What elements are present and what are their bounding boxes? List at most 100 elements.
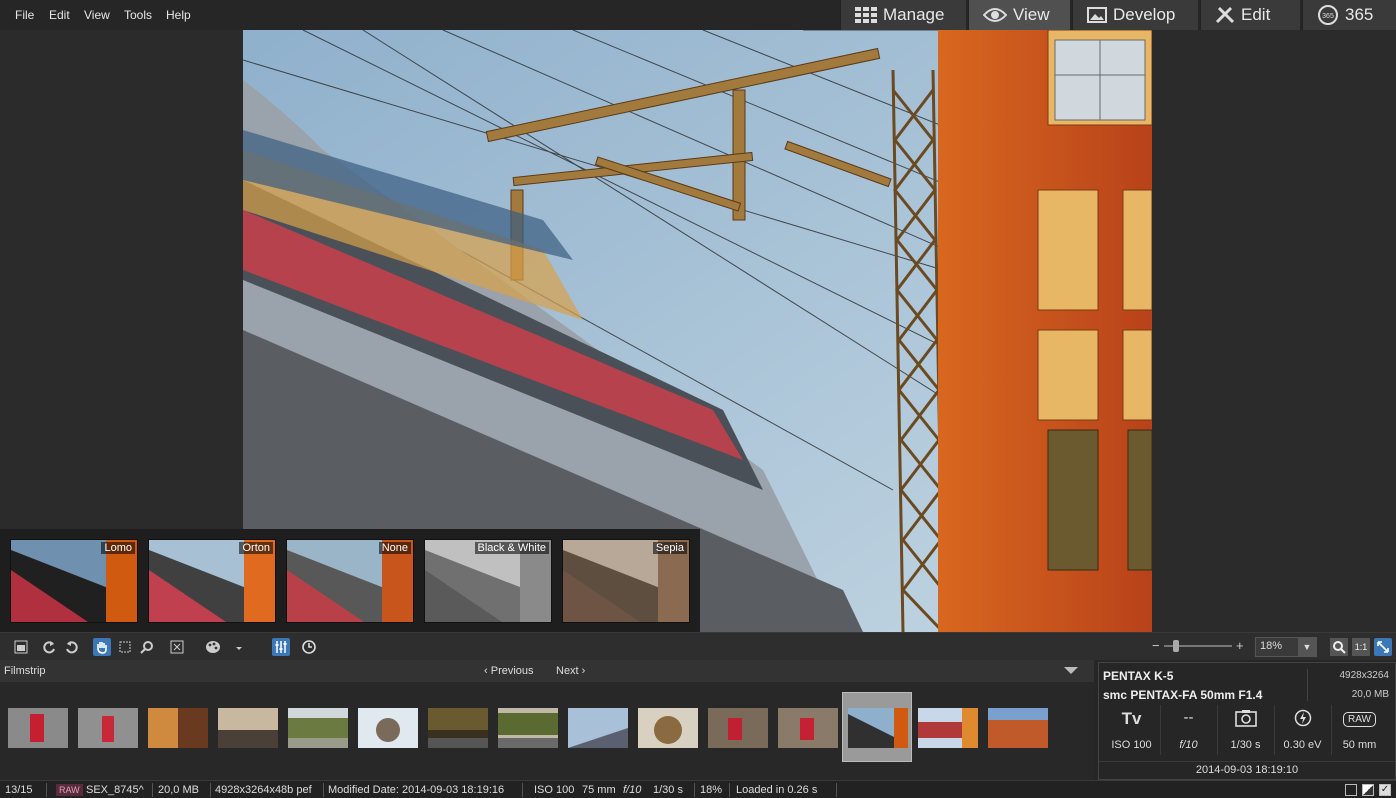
menu-help[interactable]: Help xyxy=(166,8,191,22)
thumbnail[interactable] xyxy=(708,708,768,748)
zoom-select[interactable]: 18% ▼ xyxy=(1255,637,1317,657)
image-dimensions: 4928x3264x48b pef xyxy=(215,784,312,796)
divider xyxy=(46,783,47,797)
file-size: 20,0 MB xyxy=(1351,689,1389,700)
menu-edit[interactable]: Edit xyxy=(49,8,70,22)
collapse-filmstrip-icon[interactable] xyxy=(1064,667,1078,674)
panel-toggle-icon[interactable] xyxy=(12,638,30,656)
zoom-slider-knob[interactable] xyxy=(1173,640,1179,652)
zoom-value: 18% xyxy=(700,784,723,796)
mode-tabs: Manage View Develop Edit 365 365 xyxy=(838,0,1396,30)
adjustments-icon[interactable] xyxy=(272,638,290,656)
zoom-value: 18% xyxy=(1260,640,1283,652)
eye-icon xyxy=(983,8,1007,22)
raw-badge: RAW xyxy=(56,784,83,796)
preset-sepia[interactable]: Sepia xyxy=(562,539,690,623)
thumbnail[interactable] xyxy=(988,708,1048,748)
divider xyxy=(836,783,837,797)
filmstrip-panel: Filmstrip ‹ Previous Next › xyxy=(0,660,1094,780)
preset-none[interactable]: None xyxy=(286,539,414,623)
focal-length-value: 50 mm xyxy=(1342,739,1377,751)
thumbnail[interactable] xyxy=(358,708,418,748)
thumbnail[interactable] xyxy=(638,708,698,748)
thumbnail[interactable] xyxy=(148,708,208,748)
rotate-right-icon[interactable] xyxy=(63,638,81,656)
zoom-fit-icon[interactable] xyxy=(1330,638,1348,656)
zoom-slider[interactable] xyxy=(1164,640,1232,652)
tab-manage-label: Manage xyxy=(883,5,945,24)
camera-icon xyxy=(1217,709,1274,729)
thumbnail[interactable] xyxy=(218,708,278,748)
square-icon[interactable] xyxy=(1345,784,1357,796)
divider xyxy=(152,783,153,797)
tab-develop-label: Develop xyxy=(1113,5,1176,24)
checkmark-icon[interactable]: ✓ xyxy=(1379,784,1391,796)
viewer-toolbar: − + 18% ▼ 1:1 xyxy=(0,632,1396,660)
hand-tool-icon[interactable] xyxy=(93,638,111,656)
divider xyxy=(522,783,523,797)
palette-icon[interactable] xyxy=(204,638,222,656)
previous-button[interactable]: ‹ Previous xyxy=(484,665,534,677)
thumbnail[interactable] xyxy=(288,708,348,748)
aperture-value: f/10 xyxy=(623,784,642,796)
focal-length-value: 75 mm xyxy=(582,784,616,796)
preset-black-white[interactable]: Black & White xyxy=(424,539,552,623)
exposure-mode: Tv xyxy=(1121,709,1142,728)
tab-manage[interactable]: Manage xyxy=(840,0,966,30)
fit-window-icon[interactable] xyxy=(1374,638,1392,656)
thumbnail[interactable] xyxy=(498,708,558,748)
tab-edit-label: Edit xyxy=(1241,5,1271,24)
half-tone-icon[interactable] xyxy=(1362,784,1374,796)
tab-view[interactable]: View xyxy=(968,0,1070,30)
raw-label: RAW xyxy=(1343,712,1376,727)
tools-icon xyxy=(1215,6,1235,24)
next-button[interactable]: Next › xyxy=(556,665,585,677)
iso-value: ISO 100 xyxy=(534,784,575,796)
tab-365[interactable]: 365 365 xyxy=(1302,0,1396,30)
tab-edit[interactable]: Edit xyxy=(1200,0,1300,30)
thumbnail-selected[interactable] xyxy=(848,708,908,748)
filmstrip-title: Filmstrip xyxy=(4,665,46,677)
grid-icon xyxy=(855,7,877,23)
preset-lomo[interactable]: Lomo xyxy=(10,539,138,623)
zoom-out-button[interactable]: − xyxy=(1152,638,1160,653)
365-icon: 365 xyxy=(1318,5,1338,25)
preset-strip: Lomo Orton None Black & White Sepia xyxy=(0,529,700,632)
tab-develop[interactable]: Develop xyxy=(1072,0,1198,30)
raw-badge: RAW xyxy=(1331,709,1388,729)
image-icon xyxy=(1087,7,1107,23)
preset-orton[interactable]: Orton xyxy=(148,539,276,623)
chevron-down-icon: ▼ xyxy=(1298,638,1316,656)
zoom-1to1-button[interactable]: 1:1 xyxy=(1352,638,1370,656)
thumbnail[interactable] xyxy=(778,708,838,748)
status-bar: 13/15 RAW SEX_8745^ 20,0 MB 4928x3264x48… xyxy=(0,780,1396,798)
info-panel: PENTAX K-5 smc PENTAX-FA 50mm F1.4 4928x… xyxy=(1098,662,1396,780)
load-time: Loaded in 0.26 s xyxy=(736,784,818,796)
palette-dropdown-icon[interactable] xyxy=(230,638,248,656)
next-label: Next xyxy=(556,665,579,677)
magnifier-icon[interactable] xyxy=(138,638,156,656)
capture-date: 2014-09-03 18:19:10 xyxy=(1099,761,1395,776)
thumbnail[interactable] xyxy=(568,708,628,748)
menu-bar: File Edit View Tools Help Manage View De… xyxy=(0,0,1396,30)
fullscreen-icon[interactable] xyxy=(168,638,186,656)
menu-view[interactable]: View xyxy=(84,8,110,22)
image-resolution: 4928x3264 xyxy=(1339,670,1390,681)
clock-icon[interactable] xyxy=(300,638,318,656)
thumbnail[interactable] xyxy=(78,708,138,748)
select-rectangle-icon[interactable] xyxy=(116,638,134,656)
divider xyxy=(694,783,695,797)
exposure-comp-value: 0.30 eV xyxy=(1283,739,1322,751)
thumbnail[interactable] xyxy=(918,708,978,748)
image-viewer[interactable]: Lomo Orton None Black & White Sepia xyxy=(0,30,1396,632)
menu-tools[interactable]: Tools xyxy=(124,8,152,22)
rotate-left-icon[interactable] xyxy=(40,638,58,656)
menu-file[interactable]: File xyxy=(15,8,34,22)
preset-label: None xyxy=(378,542,411,554)
file-size: 20,0 MB xyxy=(158,784,199,796)
svg-text:365: 365 xyxy=(1322,13,1334,20)
thumbnail[interactable] xyxy=(8,708,68,748)
zoom-in-button[interactable]: + xyxy=(1236,638,1244,653)
exposure-grid: Tv -- RAW ISO 100 f/10 1/30 s 0.30 eV 50… xyxy=(1103,705,1391,755)
thumbnail[interactable] xyxy=(428,708,488,748)
